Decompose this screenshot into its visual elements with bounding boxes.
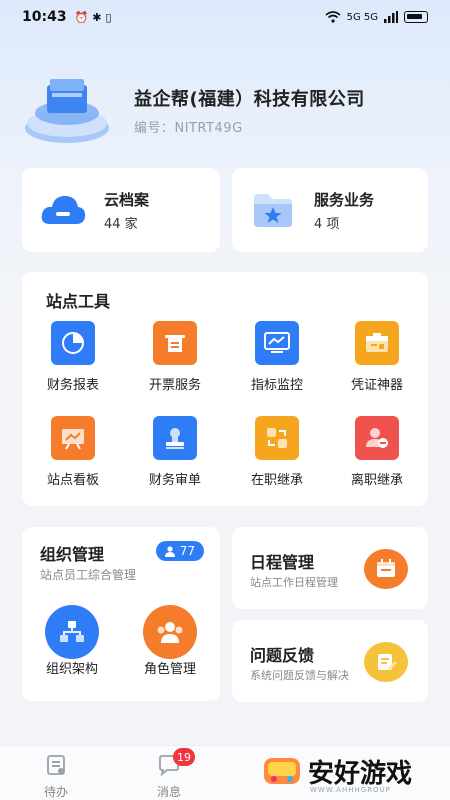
watermark-logo: 安好游戏 WWW.AHHHGROUP <box>262 752 413 794</box>
tab-todo[interactable]: 待办 <box>26 754 86 800</box>
calendar-icon <box>364 549 408 589</box>
alarm-icon: ⏰ <box>74 10 89 24</box>
monitor-icon <box>255 321 299 365</box>
board-icon <box>51 416 95 460</box>
feedback-title: 问题反馈 <box>250 646 315 665</box>
company-name: 益企帮(福建）科技有限公司 <box>134 88 365 110</box>
station-tools-title: 站点工具 <box>46 292 111 311</box>
cloud-archive-title: 云档案 <box>104 190 150 209</box>
org-chart-label: 组织架构 <box>45 662 98 677</box>
gamepad-icon <box>264 758 300 784</box>
tool-finance-audit[interactable]: 财务审单 <box>130 416 220 488</box>
voucher-icon <box>355 321 399 365</box>
edit-note-icon <box>364 642 408 682</box>
tab-messages-label: 消息 <box>156 785 181 799</box>
schedule-card[interactable]: 日程管理 站点工作日程管理 <box>232 527 428 609</box>
pie-chart-icon <box>51 321 95 365</box>
role-management-button[interactable] <box>143 605 197 659</box>
signal-icon <box>384 11 398 23</box>
tool-voucher[interactable]: 凭证神器 <box>332 321 422 393</box>
todo-icon <box>47 755 65 775</box>
vibrate-icon: ▯ <box>105 10 112 24</box>
tab-messages[interactable]: 19 消息 <box>139 748 199 800</box>
watermark-sub: WWW.AHHHGROUP <box>310 786 391 794</box>
schedule-title: 日程管理 <box>250 553 315 572</box>
folder-star-icon <box>254 194 292 227</box>
status-bar: 10:43 ⏰ ✱ ▯ 5G 5G <box>0 0 450 34</box>
tab-todo-label: 待办 <box>43 785 68 799</box>
feedback-subtitle: 系统问题反馈与解决 <box>250 669 349 682</box>
org-chart-button[interactable] <box>45 605 99 659</box>
message-badge: 19 <box>173 748 195 766</box>
cloud-archive-count: 44 家 <box>104 216 138 232</box>
company-header: 益企帮(福建）科技有限公司 编号：NITRT49G <box>22 70 432 150</box>
watermark-text: 安好游戏 <box>308 758 413 789</box>
org-subtitle: 站点员工综合管理 <box>40 568 137 582</box>
tool-onjob-transfer[interactable]: 在职继承 <box>232 416 322 488</box>
member-count-badge: 77 <box>155 541 204 561</box>
tool-station-board[interactable]: 站点看板 <box>28 416 118 488</box>
network-label: 5G 5G <box>346 11 378 23</box>
stamp-icon <box>153 416 197 460</box>
company-code: 编号：NITRT49G <box>134 120 243 136</box>
service-business-count: 4 项 <box>314 216 340 232</box>
transfer-icon <box>255 416 299 460</box>
battery-icon <box>404 11 428 23</box>
org-chart-icon <box>60 621 84 642</box>
tool-metric-monitor[interactable]: 指标监控 <box>232 321 322 393</box>
company-logo-icon <box>22 73 112 148</box>
org-title: 组织管理 <box>40 545 105 564</box>
status-time: 10:43 <box>22 9 67 25</box>
member-count: 77 <box>179 544 195 558</box>
tool-resign-transfer[interactable]: 离职继承 <box>332 416 422 488</box>
service-business-card[interactable]: 服务业务 4 项 <box>232 168 428 252</box>
tool-financial-report[interactable]: 财务报表 <box>28 321 118 393</box>
user-leave-icon <box>355 416 399 460</box>
wifi-icon <box>325 11 341 23</box>
users-icon <box>157 622 183 643</box>
service-business-title: 服务业务 <box>314 190 375 209</box>
tool-invoice-service[interactable]: 开票服务 <box>130 321 220 393</box>
person-icon <box>164 545 175 557</box>
station-tools-panel: 站点工具 财务报表 开票服务 指标监控 凭证神器 站点看板 财务审单 在职继承 … <box>22 272 428 506</box>
feedback-card[interactable]: 问题反馈 系统问题反馈与解决 <box>232 620 428 702</box>
invoice-icon <box>153 321 197 365</box>
bluetooth-icon: ✱ <box>92 10 102 24</box>
cloud-archive-card[interactable]: 云档案 44 家 <box>22 168 220 252</box>
role-management-label: 角色管理 <box>143 662 196 677</box>
org-management-panel[interactable]: 组织管理 77 站点员工综合管理 组织架构 角色管理 <box>22 527 220 701</box>
schedule-subtitle: 站点工作日程管理 <box>250 576 338 589</box>
cloud-icon <box>41 196 86 224</box>
